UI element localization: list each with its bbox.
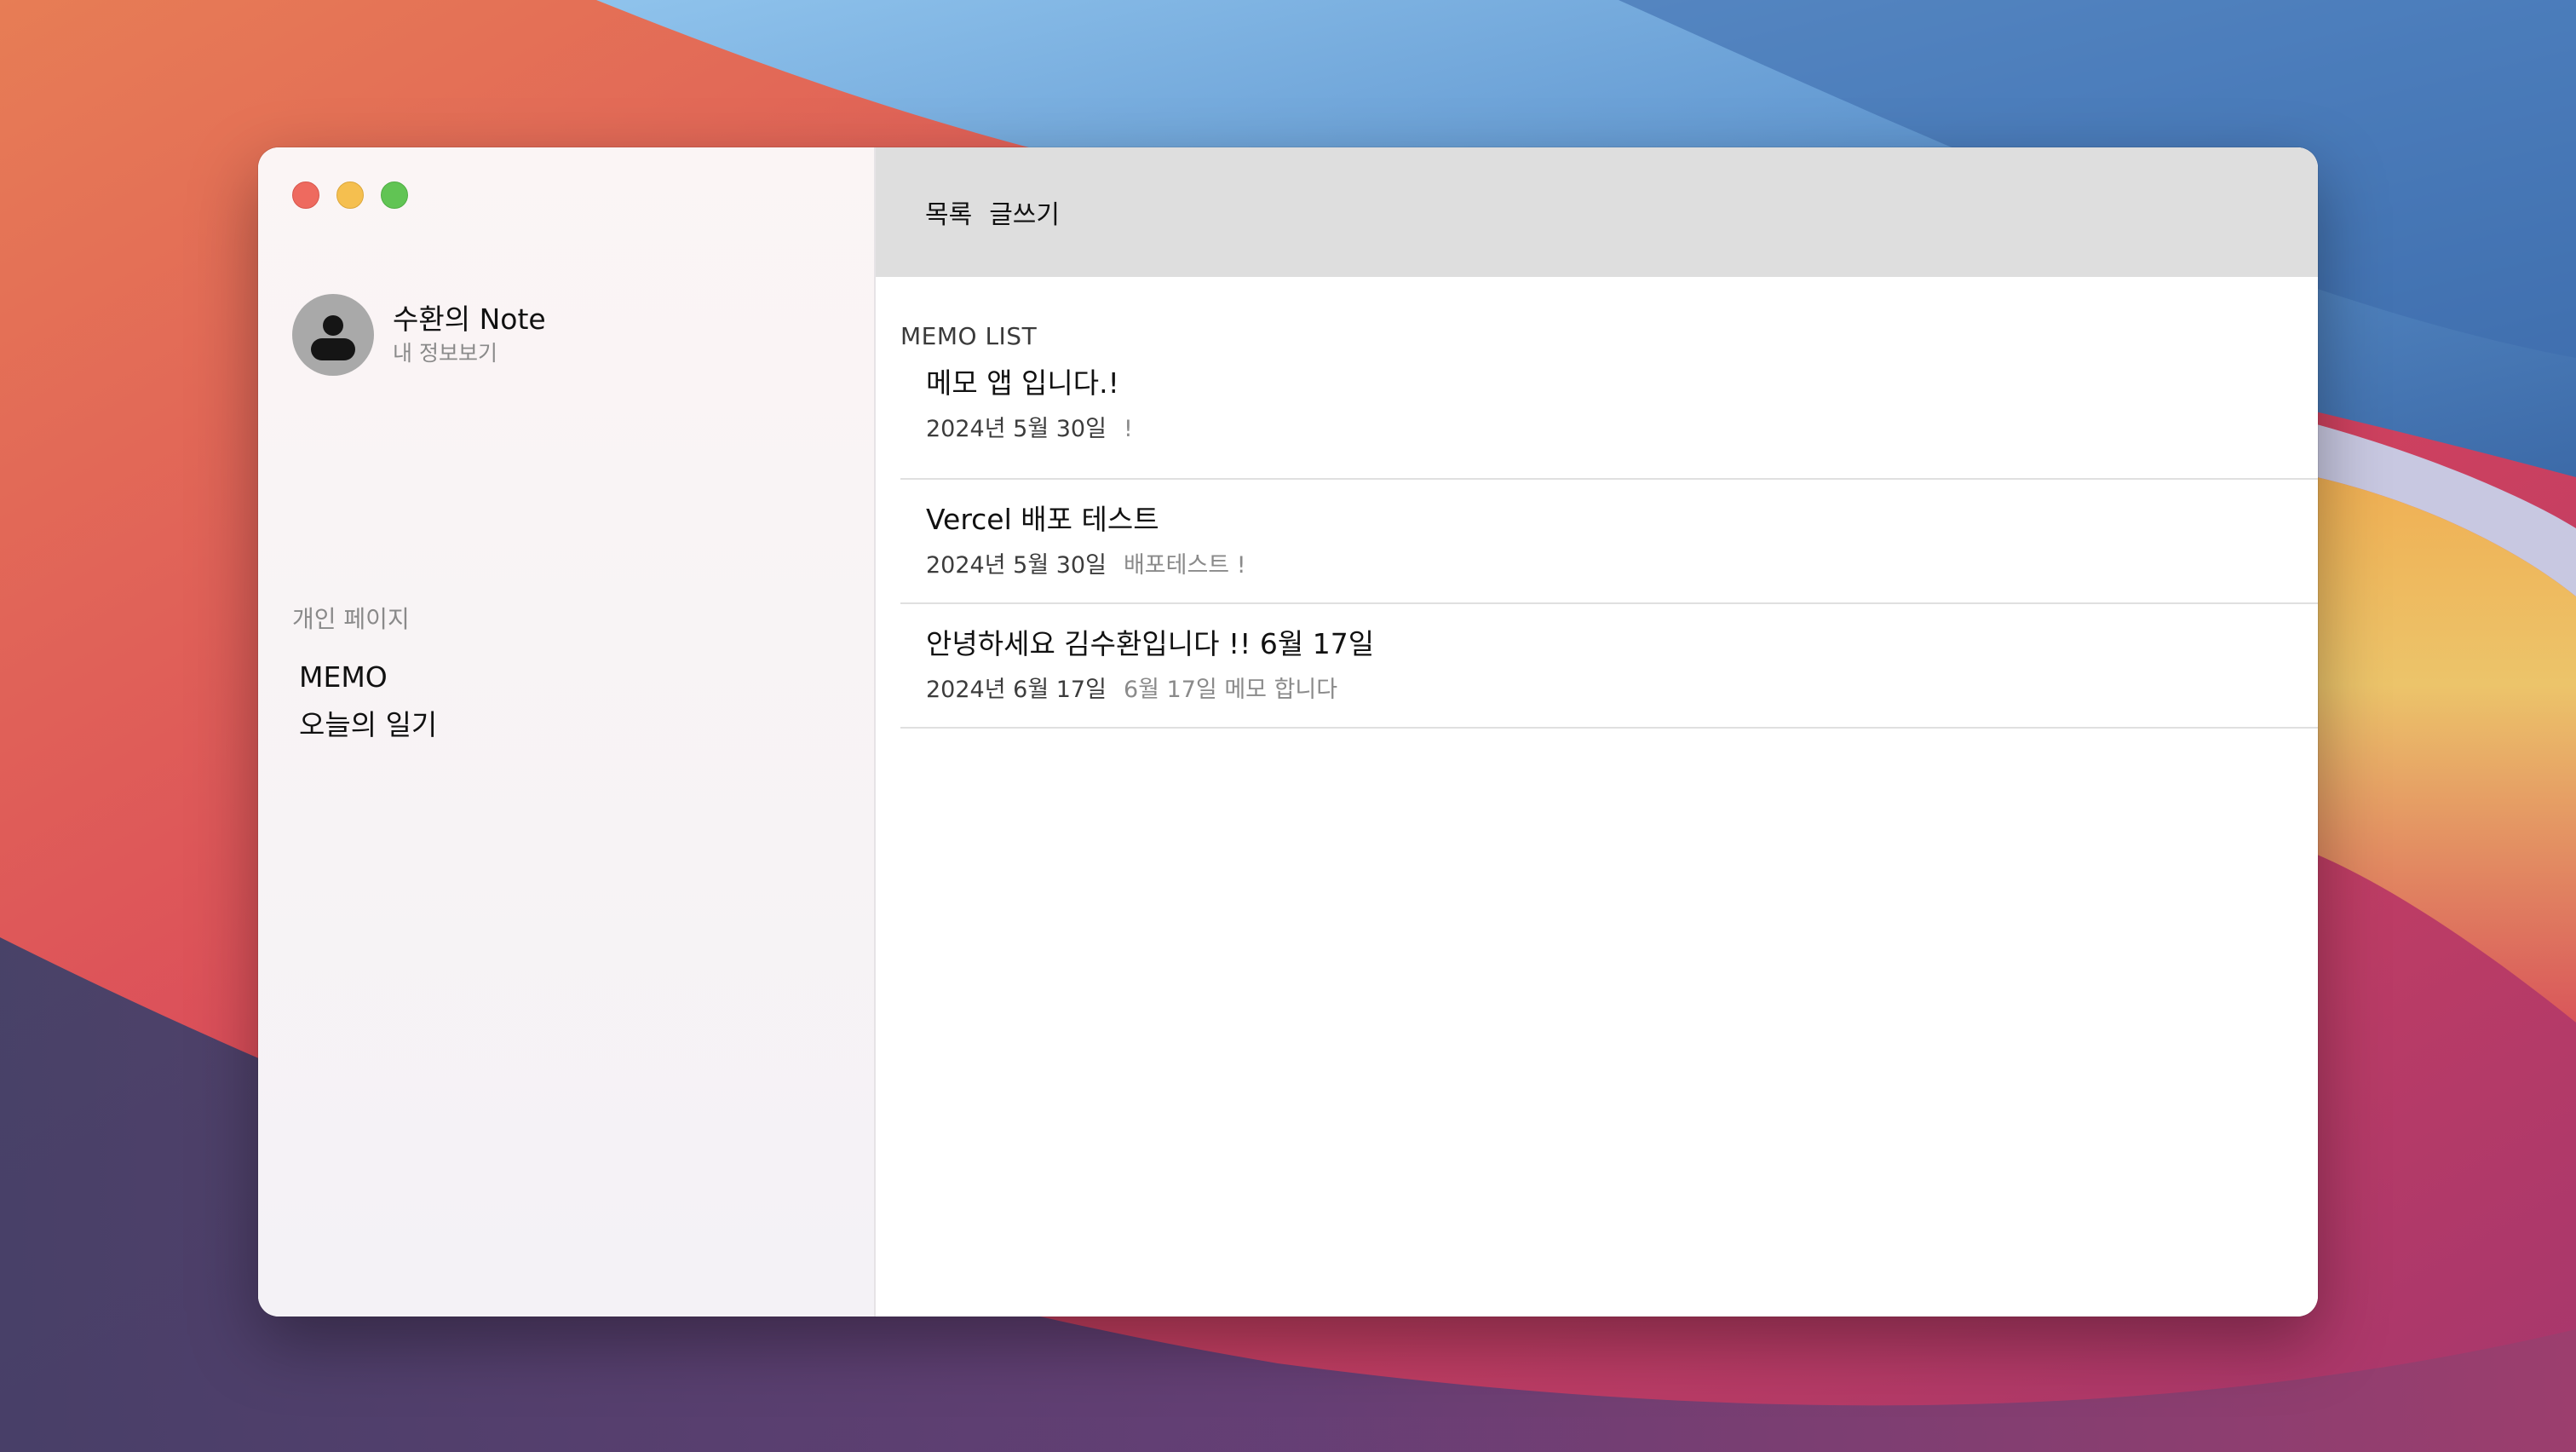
minimize-button[interactable] <box>336 182 364 209</box>
memo-meta: 2024년 5월 30일! <box>926 410 1133 443</box>
desktop-wallpaper: 수환의 Note 내 정보보기 개인 페이지 MEMO 오늘의 일기 목록 글쓰… <box>0 0 2576 1452</box>
memo-meta: 2024년 6월 17일 6월 17일 메모 합니다 <box>926 671 1337 704</box>
memo-title: 메모 앱 입니다.! <box>926 366 1119 400</box>
memo-date: 2024년 5월 30일 <box>926 416 1107 442</box>
memo-preview: 6월 17일 메모 합니다 <box>1123 677 1338 703</box>
memo-item[interactable]: 메모 앱 입니다.! 2024년 5월 30일! <box>900 355 2318 480</box>
tab-list[interactable]: 목록 <box>925 193 972 231</box>
top-bar: 목록 글쓰기 <box>876 147 2318 277</box>
sidebar-item-diary[interactable]: 오늘의 일기 <box>299 701 437 749</box>
sidebar-item-memo[interactable]: MEMO <box>299 654 437 701</box>
memo-title: Vercel 배포 테스트 <box>926 503 1159 536</box>
app-window: 수환의 Note 내 정보보기 개인 페이지 MEMO 오늘의 일기 목록 글쓰… <box>258 147 2318 1317</box>
tab-write[interactable]: 글쓰기 <box>989 193 1060 231</box>
memo-preview: ! <box>1123 416 1133 442</box>
person-icon <box>311 315 355 360</box>
memo-item[interactable]: Vercel 배포 테스트 2024년 5월 30일 배포테스트 ! <box>900 480 2318 604</box>
profile[interactable]: 수환의 Note 내 정보보기 <box>292 294 546 376</box>
sidebar: 수환의 Note 내 정보보기 개인 페이지 MEMO 오늘의 일기 <box>258 147 876 1317</box>
memo-title: 안녕하세요 김수환입니다 !! 6월 17일 <box>926 627 1375 660</box>
window-controls <box>292 182 408 209</box>
close-button[interactable] <box>292 182 319 209</box>
profile-name: 수환의 Note <box>393 302 546 336</box>
avatar[interactable] <box>292 294 374 376</box>
memo-list: MEMO LIST 메모 앱 입니다.! 2024년 5월 30일! Verce… <box>900 318 2318 729</box>
main-content: 목록 글쓰기 MEMO LIST 메모 앱 입니다.! 2024년 5월 30일… <box>876 147 2318 1317</box>
memo-preview: 배포테스트 ! <box>1123 552 1246 579</box>
section-label-personal: 개인 페이지 <box>292 605 410 633</box>
my-info-link[interactable]: 내 정보보기 <box>393 339 546 368</box>
zoom-button[interactable] <box>381 182 408 209</box>
memo-list-title: MEMO LIST <box>900 322 1038 350</box>
memo-date: 2024년 5월 30일 <box>926 552 1107 579</box>
memo-date: 2024년 6월 17일 <box>926 677 1107 703</box>
sidebar-nav: MEMO 오늘의 일기 <box>299 654 437 749</box>
profile-text: 수환의 Note 내 정보보기 <box>393 302 546 368</box>
memo-meta: 2024년 5월 30일 배포테스트 ! <box>926 546 1246 579</box>
memo-item[interactable]: 안녕하세요 김수환입니다 !! 6월 17일 2024년 6월 17일 6월 17… <box>900 604 2318 729</box>
